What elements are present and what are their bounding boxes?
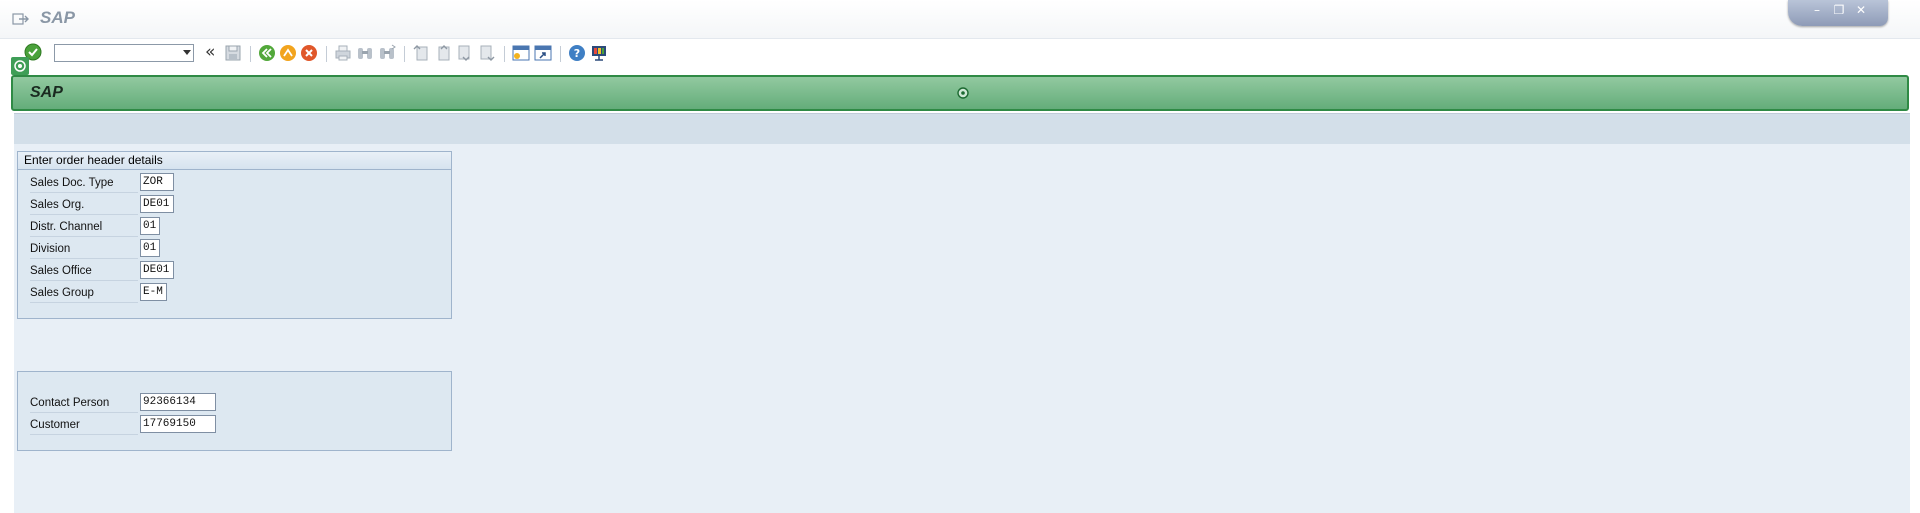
- division-input[interactable]: 01: [140, 239, 160, 257]
- field-label: Sales Org.: [30, 194, 138, 215]
- title-bar: SAP – ❐ ✕: [0, 0, 1920, 39]
- svg-text:?: ?: [574, 47, 580, 60]
- previous-page-icon[interactable]: [434, 44, 452, 62]
- field-label: Customer: [30, 414, 138, 435]
- customize-layout-icon[interactable]: [590, 44, 608, 62]
- minimize-icon[interactable]: –: [1810, 4, 1824, 17]
- order-header-group: Enter order header details Sales Doc. Ty…: [17, 151, 452, 319]
- shortcut-icon[interactable]: [534, 44, 552, 62]
- collapse-command-icon[interactable]: «: [205, 42, 215, 62]
- sales-group-input[interactable]: E-M: [140, 283, 167, 301]
- partner-group: Contact Person 92366134 Customer 1776915…: [17, 371, 452, 451]
- help-icon[interactable]: ?: [568, 44, 586, 62]
- field-row-sales-doc-type: Sales Doc. Type ZOR: [30, 172, 440, 193]
- field-row-sales-group: Sales Group E-M: [30, 282, 440, 303]
- save-icon[interactable]: [224, 44, 242, 62]
- field-row-distr-channel: Distr. Channel 01: [30, 216, 440, 237]
- last-page-icon[interactable]: [478, 44, 496, 62]
- restore-icon[interactable]: ❐: [1832, 4, 1846, 17]
- first-page-icon[interactable]: [412, 44, 430, 62]
- target-icon: [957, 87, 969, 99]
- group-title: Enter order header details: [18, 152, 451, 170]
- field-label: Contact Person: [30, 392, 138, 413]
- field-label: Distr. Channel: [30, 216, 138, 237]
- exit-icon[interactable]: [279, 44, 297, 62]
- screen-header: SAP: [11, 75, 1909, 111]
- sales-org-input[interactable]: DE01: [140, 195, 174, 213]
- menu-exit-icon[interactable]: [12, 12, 30, 26]
- sales-office-input[interactable]: DE01: [140, 261, 174, 279]
- session-marker-icon: [11, 57, 29, 75]
- field-row-division: Division 01: [30, 238, 440, 259]
- field-row-sales-office: Sales Office DE01: [30, 260, 440, 281]
- application-toolbar: [14, 113, 1910, 145]
- next-page-icon[interactable]: [456, 44, 474, 62]
- find-icon[interactable]: [356, 44, 374, 62]
- contact-person-input[interactable]: 92366134: [140, 393, 216, 411]
- chevron-down-icon[interactable]: [183, 50, 191, 55]
- create-session-icon[interactable]: [512, 44, 530, 62]
- customer-input[interactable]: 17769150: [140, 415, 216, 433]
- field-row-sales-org: Sales Org. DE01: [30, 194, 440, 215]
- screen-title: SAP: [30, 84, 63, 101]
- field-label: Sales Group: [30, 282, 138, 303]
- distr-channel-input[interactable]: 01: [140, 217, 160, 235]
- field-label: Sales Office: [30, 260, 138, 281]
- main-content: Enter order header details Sales Doc. Ty…: [14, 144, 1910, 513]
- find-next-icon[interactable]: [378, 44, 396, 62]
- field-row-customer: Customer 17769150: [30, 414, 440, 435]
- window-title: SAP: [40, 8, 75, 27]
- close-icon[interactable]: ✕: [1854, 4, 1868, 17]
- sales-doc-type-input[interactable]: ZOR: [140, 173, 174, 191]
- window-controls: – ❐ ✕: [1788, 0, 1888, 26]
- field-label: Sales Doc. Type: [30, 172, 138, 193]
- cancel-icon[interactable]: [300, 44, 318, 62]
- print-icon[interactable]: [334, 44, 352, 62]
- field-row-contact-person: Contact Person 92366134: [30, 392, 440, 413]
- command-field[interactable]: [54, 44, 194, 62]
- back-icon[interactable]: [258, 44, 276, 62]
- field-label: Division: [30, 238, 138, 259]
